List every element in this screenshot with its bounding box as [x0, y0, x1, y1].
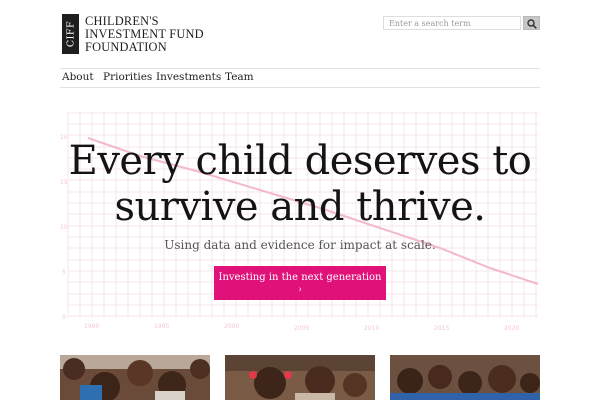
children-photo-2-image — [225, 355, 375, 400]
site-header: CIFF CHILDREN'S INVESTMENT FUND FOUNDATI… — [0, 0, 600, 70]
logo-mark: CIFF — [62, 14, 79, 54]
nav-item-priorities[interactable]: Priorities — [103, 71, 152, 83]
logo-mark-text: CIFF — [65, 20, 76, 48]
nav-item-about[interactable]: About — [62, 71, 94, 83]
search-icon — [527, 18, 537, 29]
hero-headline: Every child deserves to survive and thri… — [60, 138, 540, 230]
investing-cta-button[interactable]: Investing in the next generation › — [214, 266, 386, 300]
children-photo-3-image — [390, 355, 540, 400]
children-photo-2[interactable] — [225, 355, 375, 400]
logo-wordmark: CHILDREN'S INVESTMENT FUND FOUNDATION — [85, 15, 204, 54]
hero-subhead: Using data and evidence for impact at sc… — [164, 238, 436, 252]
nav-item-investments[interactable]: Investments — [156, 71, 221, 83]
x-tick-2020: 2020 — [504, 325, 519, 332]
x-tick-2010: 2010 — [364, 325, 379, 332]
hero-headline-line-2: survive and thrive. — [114, 184, 486, 230]
main-nav: About Priorities Investments Team — [60, 68, 540, 88]
search-input[interactable] — [383, 16, 521, 30]
x-tick-1990: 1990 — [84, 323, 99, 330]
children-photo-3[interactable] — [390, 355, 540, 400]
hero-headline-line-1: Every child deserves to — [68, 138, 532, 184]
nav-item-team[interactable]: Team — [225, 71, 254, 83]
logo-line-3: FOUNDATION — [85, 40, 167, 54]
x-tick-2015: 2015 — [434, 325, 449, 332]
children-photo-1[interactable] — [60, 355, 210, 400]
search-bar — [383, 16, 540, 32]
cta-label: Investing in the next generation — [218, 272, 382, 283]
x-tick-2000: 2000 — [224, 323, 239, 330]
children-photo-1-image — [60, 355, 210, 400]
y-tick-0: 0 — [62, 314, 66, 321]
hero-banner: 20 15 10 5 0 1990 1995 2000 2005 2010 20… — [60, 108, 540, 336]
chevron-right-icon: › — [298, 285, 302, 295]
search-button[interactable] — [523, 16, 540, 30]
x-tick-1995: 1995 — [154, 323, 169, 330]
y-tick-5: 5 — [62, 269, 66, 276]
x-tick-2005: 2005 — [294, 325, 309, 332]
